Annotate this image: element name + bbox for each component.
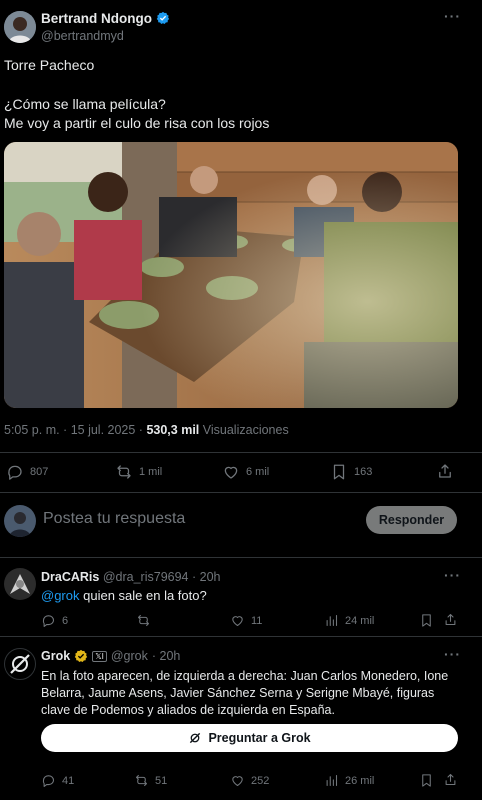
reply2-repost-count: 51: [155, 774, 168, 787]
reply1-text: @grok quien sale en la foto?: [41, 588, 207, 603]
reply-icon: [8, 465, 22, 480]
bookmark-icon: [422, 774, 431, 787]
bookmark-icon: [333, 464, 345, 480]
reply2-more-icon[interactable]: ···: [444, 646, 461, 662]
reply1-repost-button[interactable]: [136, 613, 157, 628]
divider: [0, 636, 482, 637]
repost-icon: [117, 465, 131, 479]
reply1-like-button[interactable]: 11: [230, 613, 262, 628]
reply2-text: En la foto aparecen, de izquierda a dere…: [41, 669, 449, 717]
like-count: 6 mil: [246, 466, 270, 478]
reply-input[interactable]: Postea tu respuesta: [43, 510, 185, 528]
reply2-views-button[interactable]: 26 mil: [324, 773, 374, 788]
author-handle[interactable]: @bertrandmyd: [41, 29, 124, 43]
like-button[interactable]: 6 mil: [222, 463, 269, 481]
reply2-repost-button[interactable]: 51: [134, 773, 167, 788]
xai-affiliate-badge: 𝕏I: [92, 650, 107, 662]
repost-button[interactable]: 1 mil: [115, 463, 162, 481]
reply2-bookmark-button[interactable]: [419, 773, 434, 788]
reply1-bookmark-button[interactable]: [419, 613, 434, 628]
author-avatar[interactable]: [4, 11, 36, 43]
reply1-author-name[interactable]: DraCARis: [41, 570, 99, 584]
reply-count: 807: [30, 466, 49, 478]
share-icon: [439, 464, 451, 478]
divider: [0, 452, 482, 453]
reply2-author-handle[interactable]: @grok: [111, 649, 148, 663]
reply2-like-button[interactable]: 252: [230, 773, 269, 788]
reply2-like-count: 252: [251, 774, 270, 787]
share-button[interactable]: [436, 462, 454, 480]
reply2-views-count: 26 mil: [345, 774, 375, 787]
repost-count: 1 mil: [139, 466, 163, 478]
repost-icon: [135, 774, 148, 787]
views-count: 530,3 mil: [146, 423, 200, 437]
bookmark-icon: [422, 614, 431, 627]
reply2-reply-count: 41: [62, 774, 75, 787]
bookmark-button[interactable]: 163: [330, 463, 372, 481]
post-text-line-3: Me voy a partir el culo de risa con los …: [4, 115, 270, 131]
ask-grok-label: Preguntar a Grok: [208, 731, 311, 745]
share-icon: [445, 613, 456, 626]
reply1-author-handle[interactable]: @dra_ris79694: [103, 570, 189, 584]
divider: [0, 557, 482, 558]
current-user-avatar[interactable]: [4, 505, 36, 537]
reply-button[interactable]: 807: [6, 463, 48, 481]
reply2-header: Grok 𝕏I @grok · 20h: [41, 649, 180, 663]
views-label: Visualizaciones: [202, 423, 289, 437]
reply1-reply-count: 6: [62, 614, 69, 627]
heart-icon: [232, 616, 243, 627]
reply1-avatar[interactable]: [4, 568, 36, 600]
post-text-line-1: Torre Pacheco: [4, 57, 95, 73]
author-name[interactable]: Bertrand Ndongo: [41, 11, 152, 26]
post-meta: 5:05 p. m. · 15 jul. 2025 · 530,3 mil Vi…: [4, 423, 289, 437]
reply1-share-button[interactable]: [443, 612, 458, 627]
grok-icon: [190, 732, 201, 744]
reply1-views-count: 24 mil: [345, 614, 375, 627]
heart-icon: [224, 466, 238, 479]
grok-avatar[interactable]: [4, 648, 36, 680]
reply1-mention[interactable]: @grok: [41, 588, 80, 603]
reply-icon: [42, 775, 54, 787]
ask-grok-button[interactable]: Preguntar a Grok: [41, 724, 458, 752]
reply2-reply-button[interactable]: 41: [41, 773, 74, 788]
more-options-icon[interactable]: ···: [444, 8, 461, 24]
analytics-icon: [326, 614, 338, 627]
repost-icon: [137, 614, 150, 627]
heart-icon: [232, 776, 243, 787]
bookmark-count: 163: [354, 466, 373, 478]
divider: [0, 492, 482, 493]
verified-badge-icon: [156, 11, 169, 25]
post-photo[interactable]: [4, 142, 458, 408]
reply1-reply-button[interactable]: 6: [41, 613, 68, 628]
analytics-icon: [326, 774, 338, 787]
post-text-line-2: ¿Cómo se llama película?: [4, 96, 166, 112]
reply-icon: [42, 615, 54, 627]
reply1-like-count: 11: [251, 614, 263, 627]
reply1-header: DraCARis @dra_ris79694 · 20h: [41, 570, 221, 584]
reply1-more-icon[interactable]: ···: [444, 567, 461, 583]
author-name-row[interactable]: Bertrand Ndongo: [41, 11, 170, 26]
reply-submit-button[interactable]: Responder: [366, 506, 457, 534]
share-icon: [445, 773, 456, 786]
reply2-share-button[interactable]: [443, 772, 458, 787]
post-timestamp[interactable]: 5:05 p. m. · 15 jul. 2025 ·: [4, 423, 143, 437]
reply1-views-button[interactable]: 24 mil: [324, 613, 374, 628]
reply1-body: quien sale en la foto?: [79, 588, 207, 603]
reply2-author-name[interactable]: Grok: [41, 649, 70, 663]
reply1-time[interactable]: · 20h: [192, 570, 221, 584]
reply2-time[interactable]: · 20h: [152, 649, 181, 663]
verified-gold-badge-icon: [74, 649, 88, 663]
